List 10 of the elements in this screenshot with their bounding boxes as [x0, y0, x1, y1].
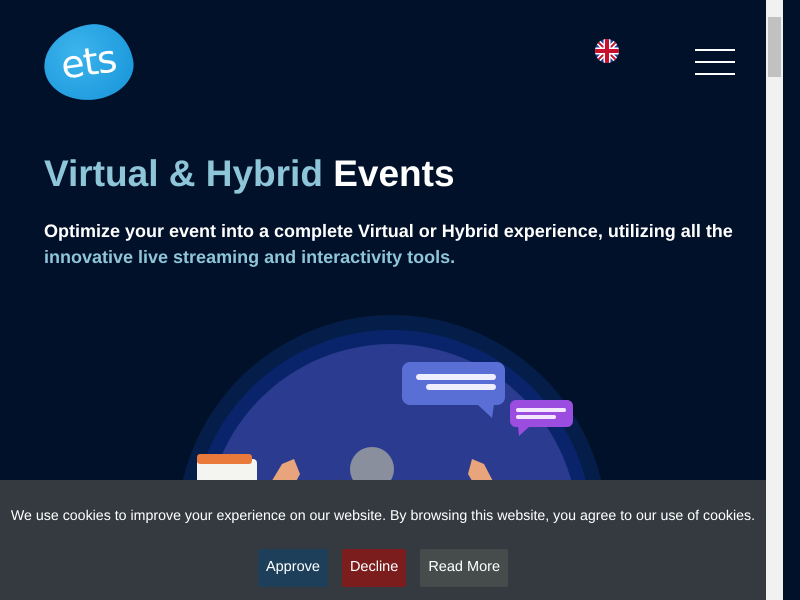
read-more-button[interactable]: Read More — [420, 549, 508, 588]
menu-button[interactable] — [695, 49, 735, 75]
flag-icon[interactable] — [594, 38, 620, 64]
approve-button[interactable]: Approve — [258, 549, 328, 588]
cookie-message: We use cookies to improve your experience on our website. By browsing this website, you agree to our use of cookies. — [10, 507, 756, 526]
scrollbar[interactable] — [766, 0, 783, 600]
scrollbar-thumb[interactable] — [768, 17, 781, 77]
page-heading: Virtual & Hybrid Events — [44, 152, 456, 196]
decline-button[interactable]: Decline — [342, 549, 406, 588]
intro-text: Optimize your event into a complete Virtual or Hybrid experience, utilizing all the innovative live streaming and interactivity tools. — [44, 220, 734, 270]
